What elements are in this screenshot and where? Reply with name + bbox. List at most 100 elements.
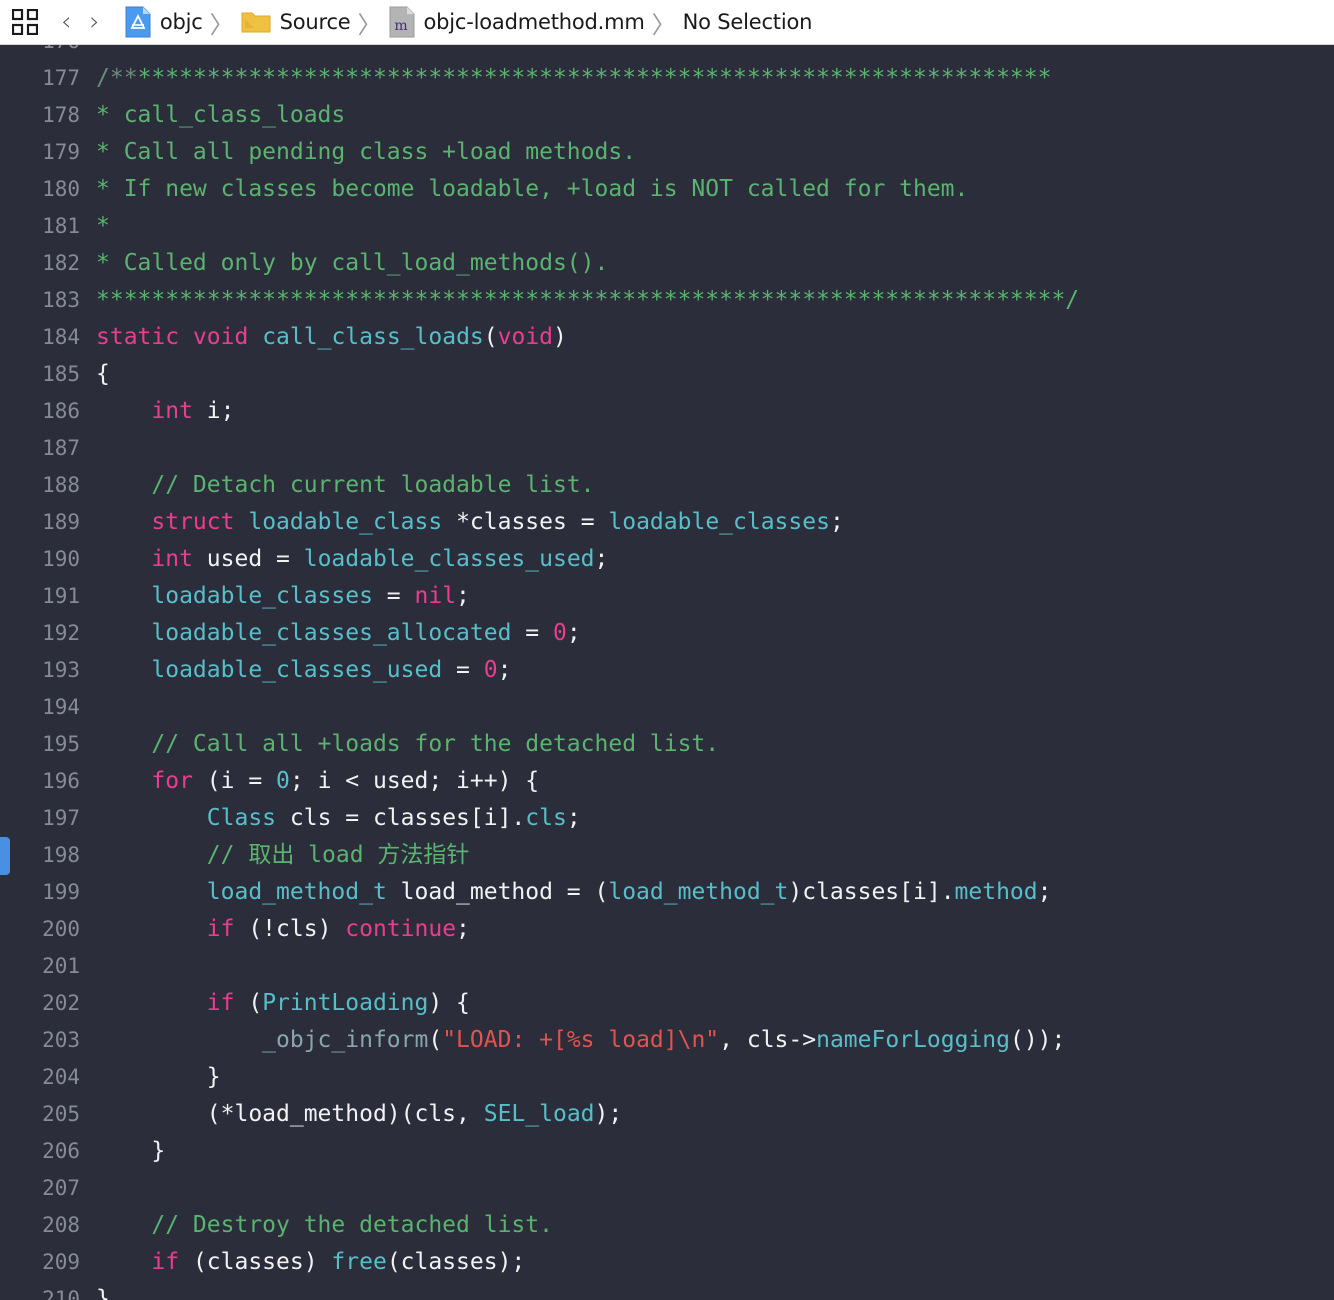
code-token: loadable_classes_used: [151, 657, 443, 683]
code-line[interactable]: 208 // Destroy the detached list.: [0, 1207, 1334, 1244]
code-line[interactable]: 200 if (!cls) continue;: [0, 911, 1334, 948]
code-token: * Call all pending class +load methods.: [96, 139, 637, 165]
line-content: loadable_classes = nil;: [96, 578, 470, 615]
code-token: loadable_classes: [151, 583, 373, 609]
code-token: if: [151, 1249, 180, 1275]
back-arrow-icon[interactable]: ‹: [52, 7, 80, 37]
code-token: =: [442, 657, 484, 683]
code-line[interactable]: 197 Class cls = classes[i].cls;: [0, 800, 1334, 837]
code-line[interactable]: 204 }: [0, 1059, 1334, 1096]
code-token: }: [96, 1064, 221, 1090]
code-line[interactable]: 201: [0, 948, 1334, 985]
line-number: 176: [0, 45, 80, 60]
code-line[interactable]: 178 * call_class_loads: [0, 97, 1334, 134]
code-line[interactable]: 192 loadable_classes_allocated = 0;: [0, 615, 1334, 652]
line-number: 203: [42, 1028, 80, 1052]
code-line[interactable]: 177/************************************…: [0, 60, 1334, 97]
code-line[interactable]: 183 *************************************…: [0, 282, 1334, 319]
code-line[interactable]: 187: [0, 430, 1334, 467]
code-line[interactable]: 209 if (classes) free(classes);: [0, 1244, 1334, 1281]
code-token: SEL_load: [483, 1101, 595, 1127]
line-number: 185: [42, 362, 80, 386]
code-line[interactable]: 199 load_method_t load_method = (load_me…: [0, 874, 1334, 911]
code-token: }: [96, 1138, 166, 1164]
line-number: 197: [42, 806, 80, 830]
line-content: {: [96, 356, 110, 393]
code-line[interactable]: 198 // 取出 load 方法指针: [0, 837, 1334, 875]
code-line[interactable]: 184 static void call_class_loads(void): [0, 319, 1334, 356]
breadcrumb-item-file[interactable]: m objc-loadmethod.mm: [389, 6, 645, 38]
code-token: (: [483, 324, 498, 350]
code-token: ) {: [428, 990, 470, 1016]
line-number: 178: [42, 103, 80, 127]
code-token: 0: [552, 620, 567, 646]
code-token: )classes[i].: [788, 879, 955, 905]
code-token: (*load_method)(cls,: [96, 1101, 484, 1127]
code-token: ; i < used; i++) {: [289, 768, 540, 794]
breadcrumb-item-folder[interactable]: Source: [241, 9, 351, 35]
code-line[interactable]: 205 (*load_method)(cls, SEL_load);: [0, 1096, 1334, 1133]
line-content: if (!cls) continue;: [96, 911, 470, 948]
code-line[interactable]: 207: [0, 1170, 1334, 1207]
code-token: int: [151, 398, 193, 424]
code-line[interactable]: 193 loadable_classes_used = 0;: [0, 652, 1334, 689]
line-content: if (classes) free(classes);: [96, 1244, 525, 1281]
code-line[interactable]: 189 struct loadable_class *classes = loa…: [0, 504, 1334, 541]
code-line[interactable]: 180 * If new classes become loadable, +lo…: [0, 171, 1334, 208]
code-line[interactable]: 191 loadable_classes = nil;: [0, 578, 1334, 615]
code-line[interactable]: 203 _objc_inform("LOAD: +[%s load]\n", c…: [0, 1022, 1334, 1059]
code-line[interactable]: 176: [0, 45, 1334, 60]
code-editor[interactable]: 176177/*********************************…: [0, 45, 1334, 1300]
code-line[interactable]: 185 {: [0, 356, 1334, 393]
code-line[interactable]: 196 for (i = 0; i < used; i++) {: [0, 763, 1334, 800]
line-number: 210: [42, 1287, 80, 1300]
code-line[interactable]: 206 }: [0, 1133, 1334, 1170]
code-line[interactable]: 195 // Call all +loads for the detached …: [0, 726, 1334, 763]
breadcrumb-label-project: objc: [159, 10, 203, 34]
line-number: 204: [42, 1065, 80, 1089]
line-number: 181: [42, 214, 80, 238]
code-line[interactable]: 179 * Call all pending class +load method…: [0, 134, 1334, 171]
code-line[interactable]: 188 // Detach current loadable list.: [0, 467, 1334, 504]
line-content: int used = loadable_classes_used;: [96, 541, 608, 578]
code-token: }: [96, 1286, 110, 1300]
code-token: 0: [276, 768, 290, 794]
code-line[interactable]: 181 *: [0, 208, 1334, 245]
line-number: 209: [42, 1250, 80, 1274]
line-number: 184: [42, 325, 80, 349]
code-line[interactable]: 182 * Called only by call_load_methods().: [0, 245, 1334, 282]
code-line[interactable]: 210}: [0, 1281, 1334, 1300]
code-token: ;: [456, 583, 470, 609]
related-items-grid-icon[interactable]: [11, 8, 39, 36]
code-token: ;: [829, 509, 844, 535]
code-token: i;: [192, 398, 235, 424]
code-token: , cls->: [719, 1027, 817, 1053]
line-number: 201: [42, 954, 80, 978]
line-content: // Call all +loads for the detached list…: [96, 726, 719, 763]
code-token: "LOAD: +[%s load]\n": [442, 1027, 720, 1053]
forward-arrow-icon[interactable]: ›: [80, 7, 108, 37]
svg-text:m: m: [394, 18, 407, 34]
line-content: (*load_method)(cls, SEL_load);: [96, 1096, 622, 1133]
code-token: free: [331, 1249, 387, 1275]
code-line[interactable]: 186 int i;: [0, 393, 1334, 430]
breadcrumb-label-folder: Source: [279, 10, 351, 34]
code-token: * call_class_loads: [96, 102, 346, 128]
code-token: if: [206, 990, 235, 1016]
line-content: * Called only by call_load_methods().: [96, 245, 608, 282]
breadcrumb-item-selection[interactable]: No Selection: [683, 10, 813, 34]
code-token: ;: [497, 657, 512, 683]
code-line[interactable]: 202 if (PrintLoading) {: [0, 985, 1334, 1022]
code-token: load_method = (: [386, 879, 609, 905]
breadcrumb-item-project[interactable]: objc: [125, 6, 203, 38]
code-line[interactable]: 190 int used = loadable_classes_used;: [0, 541, 1334, 578]
line-content: loadable_classes_used = 0;: [96, 652, 511, 689]
code-token: loadable_classes_used: [303, 546, 595, 572]
line-content: // 取出 load 方法指针: [96, 837, 470, 874]
breadcrumb-label-selection: No Selection: [682, 10, 813, 34]
code-line[interactable]: 194: [0, 689, 1334, 726]
code-token: void: [192, 324, 249, 350]
code-token: // Detach current loadable list.: [151, 472, 595, 498]
